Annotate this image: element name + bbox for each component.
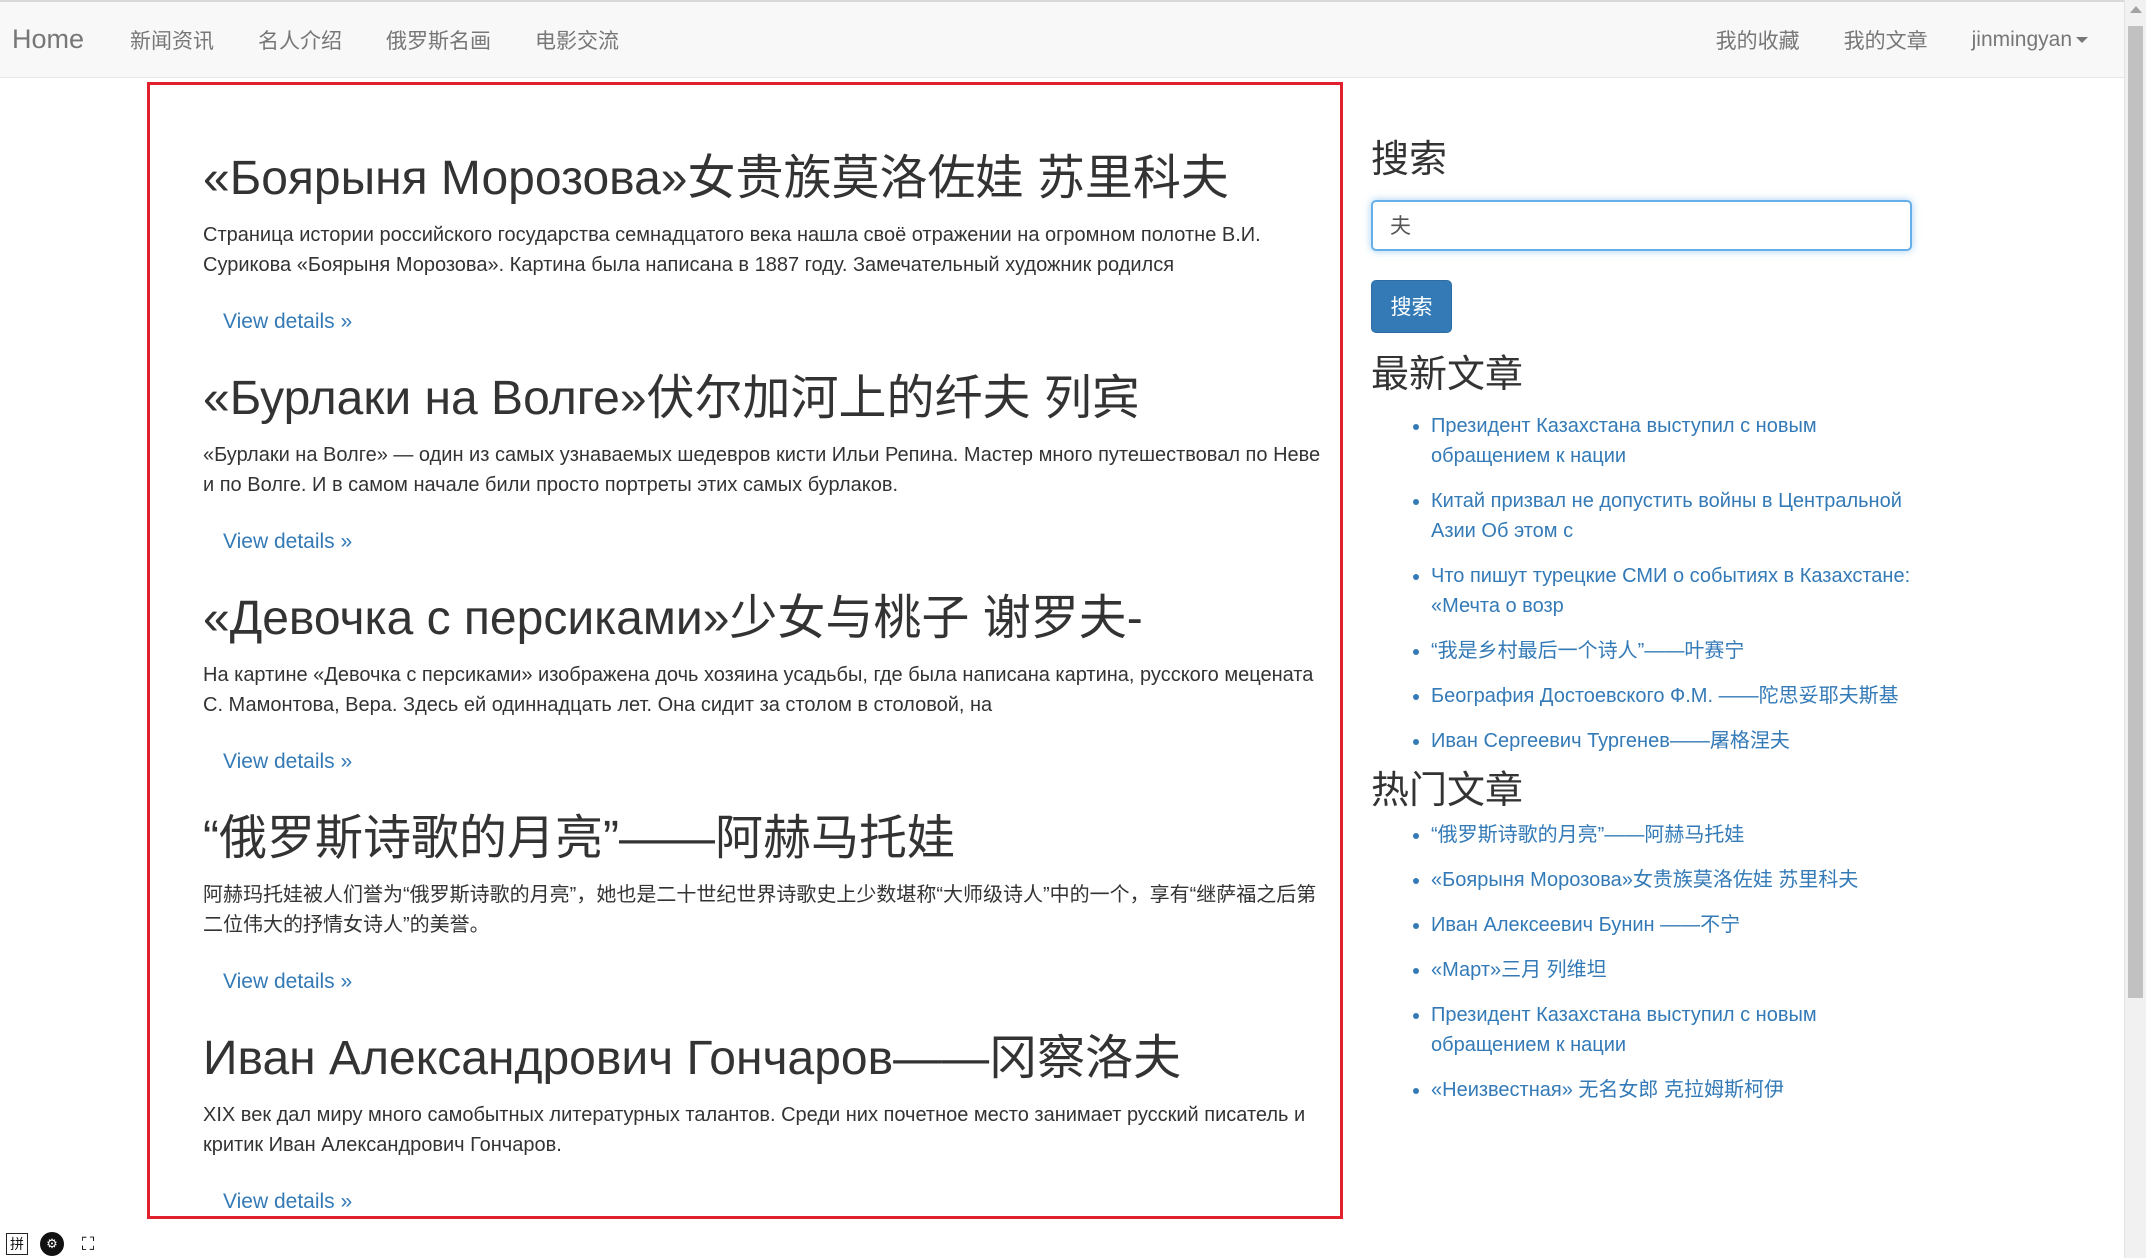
nav-right-menu: 我的收藏 我的文章 jinmingyan <box>1694 2 2110 78</box>
scroll-up-arrow-icon[interactable] <box>2130 6 2142 13</box>
nav-item-movies[interactable]: 电影交流 <box>513 25 641 55</box>
article-title: «Боярыня Морозова»女贵族莫洛佐娃 苏里科夫 <box>203 152 1229 205</box>
article-title: «Девочка с персиками»少女与桃子 谢罗夫- <box>203 592 1143 645</box>
nav-item-news[interactable]: 新闻资讯 <box>108 25 236 55</box>
nav-item-celebrities[interactable]: 名人介绍 <box>236 25 364 55</box>
latest-articles-list: Президент Казахстана выступил с новым об… <box>1431 411 1911 756</box>
nav-left-menu: 新闻资讯 名人介绍 俄罗斯名画 电影交流 <box>108 2 641 78</box>
list-item: “我是乡村最后一个诗人”——叶赛宁 <box>1431 636 1911 666</box>
popular-article-link[interactable]: Иван Алексеевич Бунин ——不宁 <box>1431 914 1740 936</box>
pinyin-ime-icon[interactable]: 拼 <box>6 1233 28 1255</box>
latest-article-link[interactable]: Президент Казахстана выступил с новым об… <box>1431 415 1817 467</box>
search-input[interactable] <box>1371 199 1912 251</box>
view-details-link[interactable]: View details » <box>223 528 352 556</box>
popular-article-link[interactable]: «Боярыня Морозова»女贵族莫洛佐娃 苏里科夫 <box>1431 869 1858 891</box>
latest-article-link[interactable]: “我是乡村最后一个诗人”——叶赛宁 <box>1431 640 1744 662</box>
list-item: «Боярыня Морозова»女贵族莫洛佐娃 苏里科夫 <box>1431 865 1911 895</box>
list-item: «Март»三月 列维坦 <box>1431 955 1911 985</box>
search-heading: 搜索 <box>1371 139 1448 181</box>
user-name: jinmingyan <box>1971 28 2072 51</box>
article-item: Иван Александрович Гончаров——冈察洛夫 XIX ве… <box>203 1032 1323 1216</box>
list-item: Президент Казахстана выступил с новым об… <box>1431 1000 1911 1060</box>
list-item: “俄罗斯诗歌的月亮”——阿赫马托娃 <box>1431 820 1911 850</box>
popular-articles-heading: 热门文章 <box>1371 769 1524 812</box>
latest-article-link[interactable]: Что пишут турецкие СМИ о событиях в Каза… <box>1431 565 1910 617</box>
nav-item-my-articles[interactable]: 我的文章 <box>1822 25 1950 55</box>
popular-article-link[interactable]: «Неизвестная» 无名女郎 克拉姆斯柯伊 <box>1431 1079 1784 1101</box>
list-item: Президент Казахстана выступил с новым об… <box>1431 411 1911 471</box>
page-scrollbar[interactable] <box>2124 0 2146 1258</box>
search-button[interactable]: 搜索 <box>1371 279 1452 333</box>
article-item: «Боярыня Морозова»女贵族莫洛佐娃 苏里科夫 Страница … <box>203 152 1323 336</box>
list-item: Беография Достоевского Ф.М. ——陀思妥耶夫斯基 <box>1431 681 1911 711</box>
popular-article-link[interactable]: Президент Казахстана выступил с новым об… <box>1431 1004 1817 1056</box>
list-item: Китай призвал не допустить войны в Центр… <box>1431 486 1911 546</box>
popular-article-link[interactable]: “俄罗斯诗歌的月亮”——阿赫马托娃 <box>1431 824 1744 846</box>
ime-toolbar: 拼 ⚙ ⛶ <box>6 1232 100 1256</box>
article-title: «Бурлаки на Волге»伏尔加河上的纤夫 列宾 <box>203 372 1140 425</box>
article-item: “俄罗斯诗歌的月亮”——阿赫马托娃 阿赫玛托娃被人们誉为“俄罗斯诗歌的月亮”，她… <box>203 812 1323 996</box>
brand-home-link[interactable]: Home <box>12 24 84 55</box>
article-excerpt: 阿赫玛托娃被人们誉为“俄罗斯诗歌的月亮”，她也是二十世纪世界诗歌史上少数堪称“大… <box>203 883 1317 936</box>
view-details-link[interactable]: View details » <box>223 308 352 336</box>
scrollbar-thumb[interactable] <box>2128 26 2143 998</box>
nav-item-favorites[interactable]: 我的收藏 <box>1694 25 1822 55</box>
nav-item-paintings[interactable]: 俄罗斯名画 <box>364 25 513 55</box>
article-list-panel: «Боярыня Морозова»女贵族莫洛佐娃 苏里科夫 Страница … <box>147 82 1343 1219</box>
list-item: Иван Сергеевич Тургенев——屠格涅夫 <box>1431 726 1911 756</box>
article-item: «Девочка с персиками»少女与桃子 谢罗夫- На карти… <box>203 592 1323 776</box>
view-details-link[interactable]: View details » <box>223 748 352 776</box>
latest-article-link[interactable]: Беография Достоевского Ф.М. ——陀思妥耶夫斯基 <box>1431 685 1899 707</box>
caret-down-icon <box>2076 37 2088 44</box>
view-details-link[interactable]: View details » <box>223 968 352 996</box>
latest-article-link[interactable]: Китай призвал не допустить войны в Центр… <box>1431 490 1902 542</box>
fullscreen-bracket-icon[interactable]: ⛶ <box>76 1232 100 1256</box>
list-item: Что пишут турецкие СМИ о событиях в Каза… <box>1431 561 1911 621</box>
settings-gear-icon[interactable]: ⚙ <box>40 1232 64 1256</box>
view-details-link[interactable]: View details » <box>223 1188 352 1216</box>
user-dropdown[interactable]: jinmingyan <box>1950 28 2110 52</box>
article-excerpt: На картине «Девочка с персиками» изображ… <box>203 663 1314 716</box>
latest-articles-heading: 最新文章 <box>1371 353 1524 396</box>
article-title: Иван Александрович Гончаров——冈察洛夫 <box>203 1032 1182 1085</box>
latest-article-link[interactable]: Иван Сергеевич Тургенев——屠格涅夫 <box>1431 730 1790 752</box>
article-excerpt: «Бурлаки на Волге» — один из самых узнав… <box>203 443 1321 496</box>
article-item: «Бурлаки на Волге»伏尔加河上的纤夫 列宾 «Бурлаки н… <box>203 372 1323 556</box>
list-item: «Неизвестная» 无名女郎 克拉姆斯柯伊 <box>1431 1075 1911 1105</box>
article-excerpt: Страница истории российского государства… <box>203 223 1261 276</box>
popular-article-link[interactable]: «Март»三月 列维坦 <box>1431 959 1607 981</box>
article-excerpt: XIX век дал миру много самобытных литера… <box>203 1103 1306 1156</box>
sidebar: 搜索 搜索 最新文章 Президент Казахстана выступил… <box>1371 139 1931 1120</box>
list-item: Иван Алексеевич Бунин ——不宁 <box>1431 910 1911 940</box>
popular-articles-list: “俄罗斯诗歌的月亮”——阿赫马托娃 «Боярыня Морозова»女贵族莫… <box>1431 820 1911 1105</box>
top-navbar: Home 新闻资讯 名人介绍 俄罗斯名画 电影交流 我的收藏 我的文章 jinm… <box>0 0 2124 78</box>
article-title: “俄罗斯诗歌的月亮”——阿赫马托娃 <box>203 812 955 865</box>
